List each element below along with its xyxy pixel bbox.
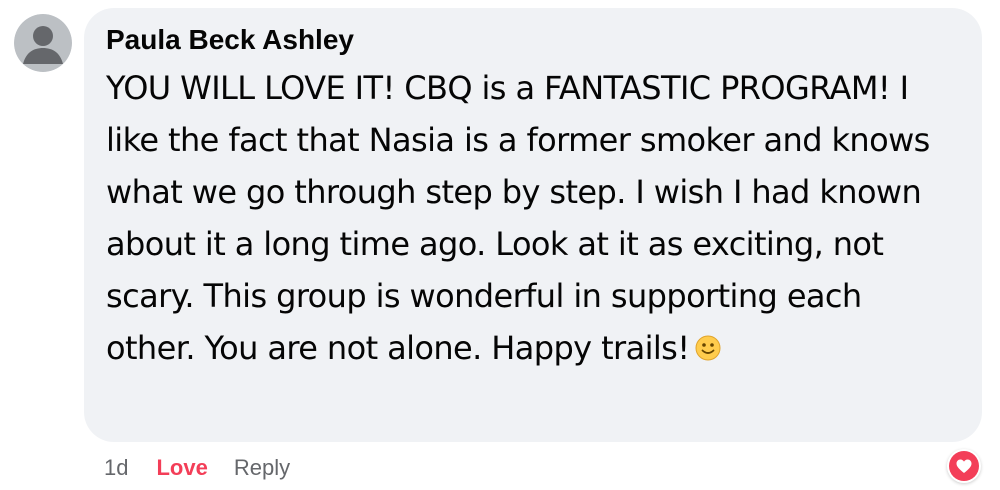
comment-timestamp[interactable]: 1d	[104, 455, 128, 481]
comment-body: YOU WILL LOVE IT! CBQ is a FANTASTIC PRO…	[106, 69, 930, 367]
comment: Paula Beck Ashley YOU WILL LOVE IT! CBQ …	[0, 0, 1000, 490]
avatar[interactable]	[14, 14, 72, 72]
comment-text: YOU WILL LOVE IT! CBQ is a FANTASTIC PRO…	[106, 62, 956, 374]
comment-bubble: Paula Beck Ashley YOU WILL LOVE IT! CBQ …	[84, 8, 982, 442]
reply-button[interactable]: Reply	[234, 455, 290, 481]
slightly-smiling-face-icon	[695, 324, 721, 361]
comment-actions: 1d Love Reply	[104, 452, 290, 484]
default-profile-icon	[14, 14, 72, 72]
heart-reaction-icon[interactable]	[947, 449, 981, 483]
comment-author[interactable]: Paula Beck Ashley	[106, 22, 960, 58]
love-reaction-button[interactable]: Love	[156, 455, 207, 481]
